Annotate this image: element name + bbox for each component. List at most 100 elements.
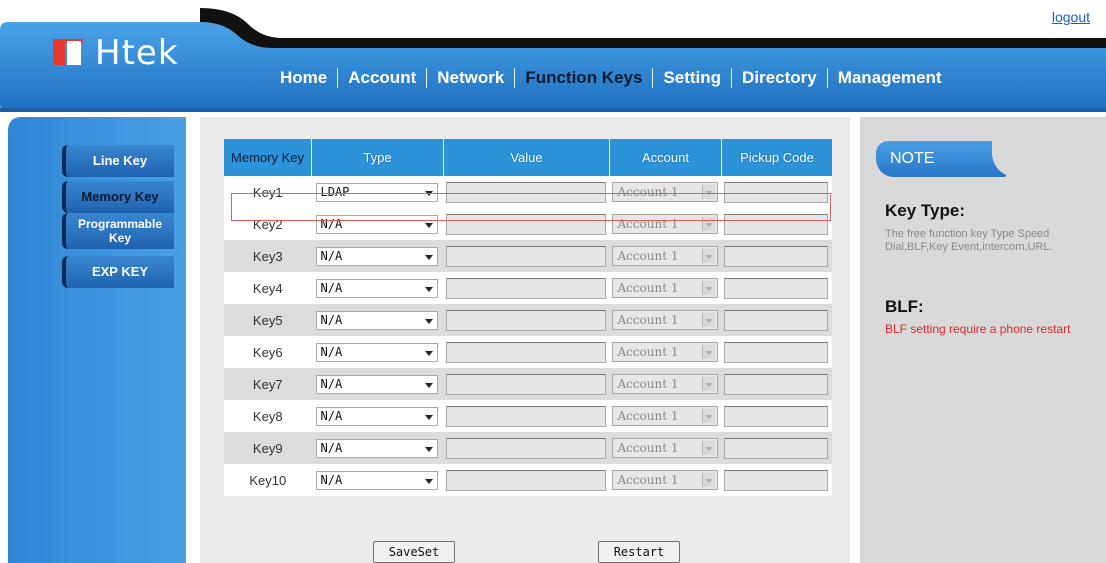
pickup-code-input[interactable] (723, 405, 828, 427)
value-input[interactable] (445, 181, 606, 203)
type-select-value: N/A (320, 472, 343, 487)
account-select[interactable]: Account 1 (611, 182, 718, 202)
header-account: Account (609, 139, 722, 176)
memory-key-panel: Memory Key Type Value Account Pickup Cod… (200, 117, 850, 563)
type-select-value: N/A (320, 216, 343, 231)
chevron-down-icon (701, 185, 715, 199)
value-input[interactable] (445, 213, 606, 235)
chevron-down-icon (701, 441, 715, 455)
type-select-value: N/A (320, 408, 343, 423)
sidebar-item-programmable-key[interactable]: Programmable Key (62, 213, 174, 249)
key-type-text: The free function key Type Speed Dial,BL… (885, 228, 1053, 253)
pickup-code-input[interactable] (723, 245, 828, 267)
table-row: Key6 N/A Account 1 (224, 336, 832, 368)
logout-link[interactable]: logout (1052, 9, 1090, 25)
type-select[interactable]: N/A (315, 438, 438, 458)
nav-management[interactable]: Management (828, 68, 952, 88)
account-select[interactable]: Account 1 (611, 214, 718, 234)
chevron-down-icon (701, 345, 715, 359)
table-row: Key3 N/A Account 1 (224, 240, 832, 272)
account-select-value: Account 1 (617, 409, 679, 423)
account-select[interactable]: Account 1 (611, 246, 718, 266)
memory-key-label: Key3 (224, 240, 312, 272)
account-select[interactable]: Account 1 (611, 374, 718, 394)
restart-button[interactable]: Restart (598, 541, 680, 563)
pickup-code-input[interactable] (723, 309, 828, 331)
type-select[interactable]: N/A (315, 406, 438, 426)
chevron-down-icon (701, 217, 715, 231)
chevron-down-icon (424, 190, 433, 196)
chevron-down-icon (701, 377, 715, 391)
nav-home[interactable]: Home (270, 68, 337, 88)
account-select[interactable]: Account 1 (611, 438, 718, 458)
pickup-code-input[interactable] (723, 437, 828, 459)
account-select[interactable]: Account 1 (611, 470, 718, 490)
nav-directory[interactable]: Directory (732, 68, 827, 88)
pickup-code-input[interactable] (723, 277, 828, 299)
blf-text: BLF setting require a phone restart (885, 322, 1071, 336)
account-select-value: Account 1 (617, 345, 679, 359)
type-select[interactable]: N/A (315, 470, 438, 490)
value-input[interactable] (445, 341, 606, 363)
account-select-value: Account 1 (617, 377, 679, 391)
type-select[interactable]: N/A (315, 246, 438, 266)
nav-separator (652, 68, 654, 88)
nav-function-keys[interactable]: Function Keys (515, 68, 652, 88)
memory-key-label: Key10 (224, 464, 312, 496)
sidebar: Line Key Memory Key Programmable Key EXP… (8, 117, 186, 563)
value-input[interactable] (445, 373, 606, 395)
table-row: Key7 N/A Account 1 (224, 368, 832, 400)
value-input[interactable] (445, 309, 606, 331)
type-select[interactable]: N/A (315, 342, 438, 362)
type-select[interactable]: N/A (315, 374, 438, 394)
account-select-value: Account 1 (617, 313, 679, 327)
type-select-value: N/A (320, 376, 343, 391)
type-select-value: N/A (320, 440, 343, 455)
value-input[interactable] (445, 405, 606, 427)
chevron-down-icon (424, 254, 433, 260)
htek-logo: Htek (53, 33, 179, 73)
key-type-heading: Key Type: (885, 201, 965, 220)
value-input[interactable] (445, 277, 606, 299)
main-nav: Home Account Network Function Keys Setti… (270, 68, 952, 88)
table-row: Key8 N/A Account 1 (224, 400, 832, 432)
account-select[interactable]: Account 1 (611, 278, 718, 298)
account-select-value: Account 1 (617, 217, 679, 231)
sidebar-item-memory-key[interactable]: Memory Key (62, 181, 174, 213)
pickup-code-input[interactable] (723, 341, 828, 363)
table-row: Key2 N/A Account 1 (224, 208, 832, 240)
value-input[interactable] (445, 437, 606, 459)
type-select[interactable]: N/A (315, 278, 438, 298)
chevron-down-icon (424, 478, 433, 484)
nav-separator (337, 68, 339, 88)
logo-mark-icon (53, 39, 91, 67)
memory-key-label: Key2 (224, 208, 312, 240)
nav-account[interactable]: Account (338, 68, 426, 88)
pickup-code-input[interactable] (723, 469, 828, 491)
account-select[interactable]: Account 1 (611, 406, 718, 426)
type-select[interactable]: N/A (315, 310, 438, 330)
nav-network[interactable]: Network (427, 68, 514, 88)
value-input[interactable] (445, 245, 606, 267)
type-select[interactable]: LDAP (315, 182, 438, 202)
memory-key-label: Key7 (224, 368, 312, 400)
pickup-code-input[interactable] (723, 373, 828, 395)
account-select[interactable]: Account 1 (611, 342, 718, 362)
account-select[interactable]: Account 1 (611, 310, 718, 330)
saveset-button[interactable]: SaveSet (373, 541, 455, 563)
header: logout Htek Home Account Network Functio… (0, 0, 1106, 112)
sidebar-item-exp-key[interactable]: EXP KEY (62, 256, 174, 288)
pickup-code-input[interactable] (723, 181, 828, 203)
memory-key-label: Key1 (224, 176, 312, 208)
type-select[interactable]: N/A (315, 214, 438, 234)
nav-setting[interactable]: Setting (653, 68, 731, 88)
nav-separator (514, 68, 516, 88)
header-value: Value (443, 139, 610, 176)
account-select-value: Account 1 (617, 249, 679, 263)
value-input[interactable] (445, 469, 606, 491)
memory-key-table: Memory Key Type Value Account Pickup Cod… (224, 139, 832, 496)
pickup-code-input[interactable] (723, 213, 828, 235)
logo-text: Htek (95, 33, 179, 73)
sidebar-item-line-key[interactable]: Line Key (62, 145, 174, 177)
header-pickup-code: Pickup Code (721, 139, 832, 176)
